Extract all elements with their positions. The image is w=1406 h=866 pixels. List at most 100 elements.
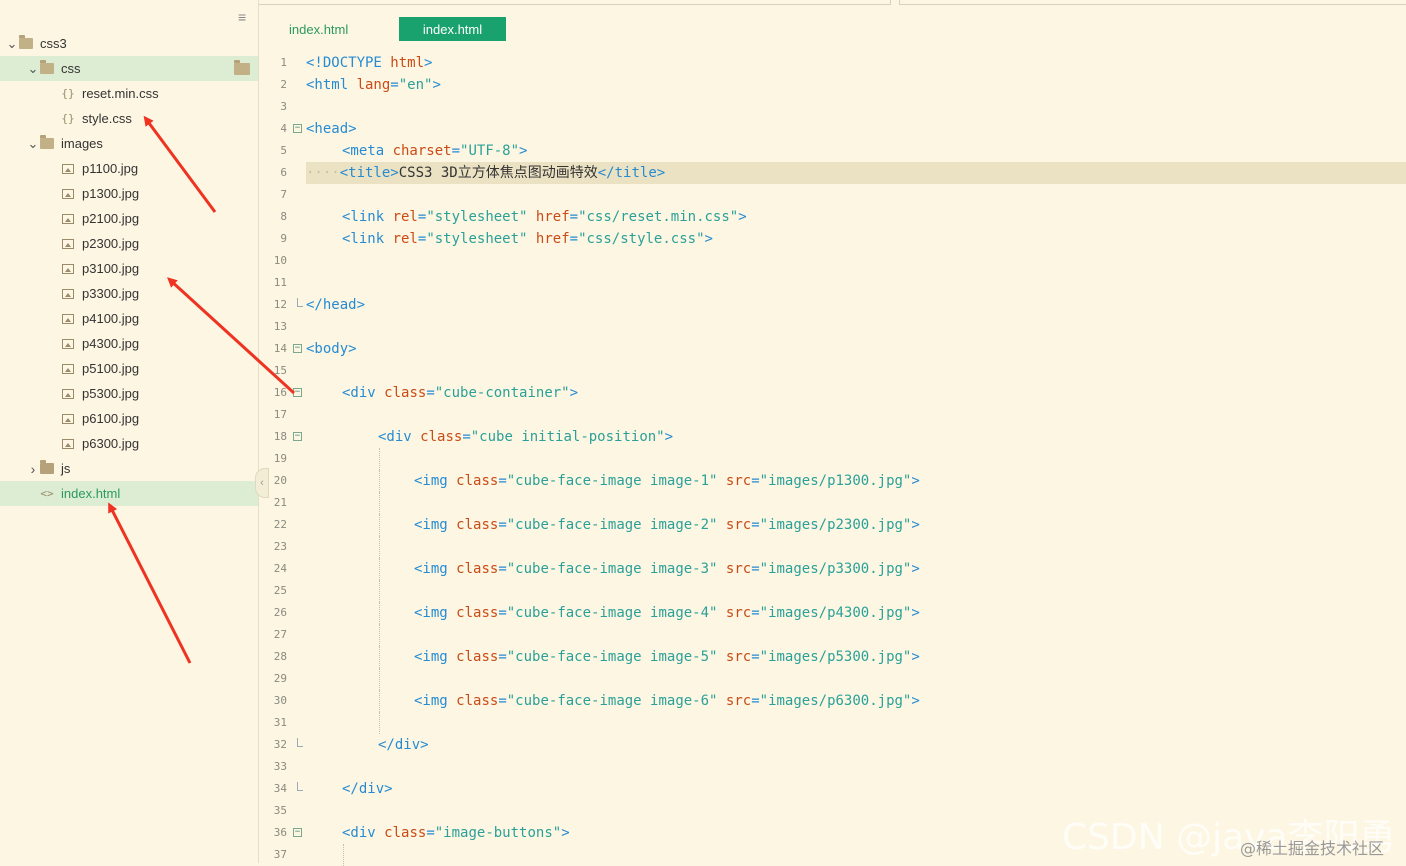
menu-icon[interactable]: ≡ — [238, 10, 246, 24]
code-content[interactable]: <head> — [306, 118, 1406, 140]
code-line[interactable]: 2 <html lang="en"> — [259, 74, 1406, 96]
code-content[interactable] — [306, 624, 1406, 646]
tree-item-p5300-jpg[interactable]: p5300.jpg — [0, 381, 258, 406]
code-line[interactable]: 15 — [259, 360, 1406, 382]
code-line[interactable]: 7 — [259, 184, 1406, 206]
tree-item-p2300-jpg[interactable]: p2300.jpg — [0, 231, 258, 256]
tree-item-css3[interactable]: ⌄ css3 — [0, 31, 258, 56]
fold-toggle-icon[interactable]: − — [293, 124, 302, 133]
code-content[interactable]: <div class="cube initial-position"> — [306, 426, 1406, 448]
code-line[interactable]: 18− <div class="cube initial-position"> — [259, 426, 1406, 448]
code-content[interactable]: </div> — [306, 734, 1406, 756]
code-line[interactable]: 24 <img class="cube-face-image image-3" s… — [259, 558, 1406, 580]
code-line[interactable]: 17 — [259, 404, 1406, 426]
tree-item-js[interactable]: › js — [0, 456, 258, 481]
code-content[interactable]: <html lang="en"> — [306, 74, 1406, 96]
tree-item-css[interactable]: ⌄ css — [0, 56, 258, 81]
code-line[interactable]: 31 — [259, 712, 1406, 734]
code-content[interactable]: <img class="cube-face-image image-1" src… — [306, 470, 1406, 492]
code-line[interactable]: 1 <!DOCTYPE html> — [259, 52, 1406, 74]
code-content[interactable] — [306, 360, 1406, 382]
tree-item-p2100-jpg[interactable]: p2100.jpg — [0, 206, 258, 231]
code-content[interactable]: <!DOCTYPE html> — [306, 52, 1406, 74]
code-line[interactable]: 12 </head> — [259, 294, 1406, 316]
code-content[interactable] — [306, 536, 1406, 558]
chevron-down-icon[interactable]: ⌄ — [6, 37, 18, 50]
code-line[interactable]: 19 — [259, 448, 1406, 470]
tree-item-p5100-jpg[interactable]: p5100.jpg — [0, 356, 258, 381]
tree-item-images[interactable]: ⌄ images — [0, 131, 258, 156]
folder-icon[interactable] — [234, 60, 250, 75]
fold-toggle-icon[interactable]: − — [293, 828, 302, 837]
code-line[interactable]: 33 — [259, 756, 1406, 778]
code-line[interactable]: 5 <meta charset="UTF-8"> — [259, 140, 1406, 162]
code-line[interactable]: 22 <img class="cube-face-image image-2" s… — [259, 514, 1406, 536]
code-content[interactable]: <img class="cube-face-image image-2" src… — [306, 514, 1406, 536]
code-line[interactable]: 14− <body> — [259, 338, 1406, 360]
chevron-right-icon[interactable]: › — [27, 462, 39, 476]
code-content[interactable] — [306, 712, 1406, 734]
code-line[interactable]: 23 — [259, 536, 1406, 558]
code-content[interactable] — [306, 668, 1406, 690]
code-line[interactable]: 3 — [259, 96, 1406, 118]
tree-item-p4300-jpg[interactable]: p4300.jpg — [0, 331, 258, 356]
tree-item-p4100-jpg[interactable]: p4100.jpg — [0, 306, 258, 331]
tree-item-p6100-jpg[interactable]: p6100.jpg — [0, 406, 258, 431]
code-content[interactable]: <img class="cube-face-image image-3" src… — [306, 558, 1406, 580]
code-content[interactable]: <body> — [306, 338, 1406, 360]
code-content[interactable]: <img class="cube-face-image image-4" src… — [306, 602, 1406, 624]
code-line[interactable]: 6 ····<title>CSS3 3D立方体焦点图动画特效</title> — [259, 162, 1406, 184]
code-line[interactable]: 25 — [259, 580, 1406, 602]
code-line[interactable]: 28 <img class="cube-face-image image-5" s… — [259, 646, 1406, 668]
code-content[interactable] — [306, 316, 1406, 338]
code-content[interactable] — [306, 580, 1406, 602]
tree-item-p3300-jpg[interactable]: p3300.jpg — [0, 281, 258, 306]
code-line[interactable]: 21 — [259, 492, 1406, 514]
fold-toggle-icon[interactable]: − — [293, 432, 302, 441]
code-line[interactable]: 32 </div> — [259, 734, 1406, 756]
code-content[interactable] — [306, 184, 1406, 206]
code-content[interactable]: </div> — [306, 778, 1406, 800]
code-content[interactable] — [306, 250, 1406, 272]
fold-toggle-icon[interactable]: − — [293, 344, 302, 353]
tree-item-style-css[interactable]: {} style.css — [0, 106, 258, 131]
tree-item-index-html[interactable]: <> index.html — [0, 481, 258, 506]
tree-item-reset-min-css[interactable]: {} reset.min.css — [0, 81, 258, 106]
code-line[interactable]: 8 <link rel="stylesheet" href="css/reset.… — [259, 206, 1406, 228]
code-content[interactable] — [306, 756, 1406, 778]
tab-index-html-inactive[interactable]: index.html — [277, 17, 387, 41]
code-content[interactable]: ····<title>CSS3 3D立方体焦点图动画特效</title> — [306, 162, 1406, 184]
code-content[interactable]: <img class="cube-face-image image-6" src… — [306, 690, 1406, 712]
code-content[interactable] — [306, 272, 1406, 294]
code-line[interactable]: 27 — [259, 624, 1406, 646]
code-content[interactable] — [306, 96, 1406, 118]
tree-item-p1100-jpg[interactable]: p1100.jpg — [0, 156, 258, 181]
chevron-down-icon[interactable]: ⌄ — [27, 62, 39, 75]
code-line[interactable]: 9 <link rel="stylesheet" href="css/style.… — [259, 228, 1406, 250]
code-line[interactable]: 20 <img class="cube-face-image image-1" s… — [259, 470, 1406, 492]
tab-index-html-active[interactable]: index.html — [399, 17, 506, 41]
code-content[interactable]: <link rel="stylesheet" href="css/style.c… — [306, 228, 1406, 250]
code-content[interactable]: <link rel="stylesheet" href="css/reset.m… — [306, 206, 1406, 228]
code-line[interactable]: 4− <head> — [259, 118, 1406, 140]
code-content[interactable] — [306, 492, 1406, 514]
code-content[interactable] — [306, 448, 1406, 470]
code-editor[interactable]: index.html index.html 1 <!DOCTYPE html> 2 <… — [259, 0, 1406, 866]
chevron-down-icon[interactable]: ⌄ — [27, 137, 39, 150]
tree-item-p1300-jpg[interactable]: p1300.jpg — [0, 181, 258, 206]
code-line[interactable]: 11 — [259, 272, 1406, 294]
code-line[interactable]: 16− <div class="cube-container"> — [259, 382, 1406, 404]
code-content[interactable]: <img class="cube-face-image image-5" src… — [306, 646, 1406, 668]
tree-item-p3100-jpg[interactable]: p3100.jpg — [0, 256, 258, 281]
code-content[interactable]: <div class="cube-container"> — [306, 382, 1406, 404]
code-line[interactable]: 29 — [259, 668, 1406, 690]
code-line[interactable]: 30 <img class="cube-face-image image-6" s… — [259, 690, 1406, 712]
fold-toggle-icon[interactable]: − — [293, 388, 302, 397]
code-line[interactable]: 10 — [259, 250, 1406, 272]
code-content[interactable]: </head> — [306, 294, 1406, 316]
code-content[interactable]: <meta charset="UTF-8"> — [306, 140, 1406, 162]
code-line[interactable]: 34 </div> — [259, 778, 1406, 800]
code-line[interactable]: 26 <img class="cube-face-image image-4" s… — [259, 602, 1406, 624]
code-line[interactable]: 13 — [259, 316, 1406, 338]
tree-item-p6300-jpg[interactable]: p6300.jpg — [0, 431, 258, 456]
